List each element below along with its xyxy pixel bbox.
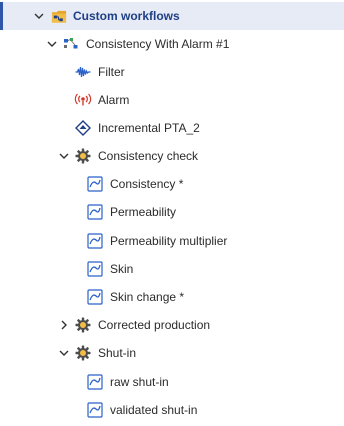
tree-item-corrected-production[interactable]: Corrected production [0, 311, 344, 339]
pta-diamond-icon [75, 120, 91, 136]
tree-item-incremental-pta[interactable]: Incremental PTA_2 [0, 114, 344, 142]
chevron-down-icon[interactable] [58, 150, 70, 162]
plot-icon [87, 289, 103, 305]
gear-icon [75, 148, 91, 164]
tree-item-label: Consistency * [110, 177, 184, 191]
tree-item-custom-workflows[interactable]: Custom workflows [0, 2, 344, 30]
chevron-down-icon[interactable] [58, 347, 70, 359]
gear-icon [75, 317, 91, 333]
tree-item-shut-in[interactable]: Shut-in [0, 339, 344, 367]
chevron-down-icon[interactable] [46, 38, 58, 50]
alarm-broadcast-icon [74, 92, 92, 108]
tree-item-label: Alarm [98, 93, 130, 107]
tree-item-label: Filter [98, 65, 125, 79]
tree-item-consistency-with-alarm[interactable]: Consistency With Alarm #1 [0, 30, 344, 58]
filter-wave-icon [75, 64, 91, 80]
tree-item-label: Shut-in [98, 346, 137, 360]
chevron-down-icon[interactable] [33, 10, 45, 22]
tree-item-alarm[interactable]: Alarm [0, 86, 344, 114]
tree-item-label: Permeability multiplier [110, 234, 228, 248]
tree-item-plot[interactable]: raw shut-in [0, 368, 344, 396]
tree-item-plot[interactable]: validated shut-in [0, 396, 344, 424]
tree-item-plot[interactable]: Permeability multiplier [0, 227, 344, 255]
tree-item-label: Consistency With Alarm #1 [86, 37, 230, 51]
tree-item-plot[interactable]: Consistency * [0, 170, 344, 198]
workflow-nodes-icon [63, 36, 79, 52]
tree-item-label: validated shut-in [110, 403, 198, 417]
tree-item-consistency-check[interactable]: Consistency check [0, 142, 344, 170]
plot-icon [87, 402, 103, 418]
gear-icon [75, 345, 91, 361]
workflow-folder-icon [51, 8, 67, 24]
tree-item-label: Skin change * [110, 290, 185, 304]
plot-icon [87, 176, 103, 192]
tree-item-filter[interactable]: Filter [0, 58, 344, 86]
tree-item-label: raw shut-in [110, 375, 169, 389]
tree-item-label: Corrected production [98, 318, 211, 332]
plot-icon [87, 374, 103, 390]
plot-icon [87, 261, 103, 277]
tree-item-label: Custom workflows [73, 9, 180, 23]
tree-item-label: Skin [110, 262, 134, 276]
tree-item-label: Consistency check [98, 149, 199, 163]
chevron-right-icon[interactable] [58, 319, 70, 331]
tree-item-plot[interactable]: Skin [0, 255, 344, 283]
plot-icon [87, 233, 103, 249]
tree-item-plot[interactable]: Permeability [0, 198, 344, 226]
tree-item-plot[interactable]: Skin change * [0, 283, 344, 311]
tree-item-label: Incremental PTA_2 [98, 121, 200, 135]
tree-item-label: Permeability [110, 205, 177, 219]
plot-icon [87, 204, 103, 220]
